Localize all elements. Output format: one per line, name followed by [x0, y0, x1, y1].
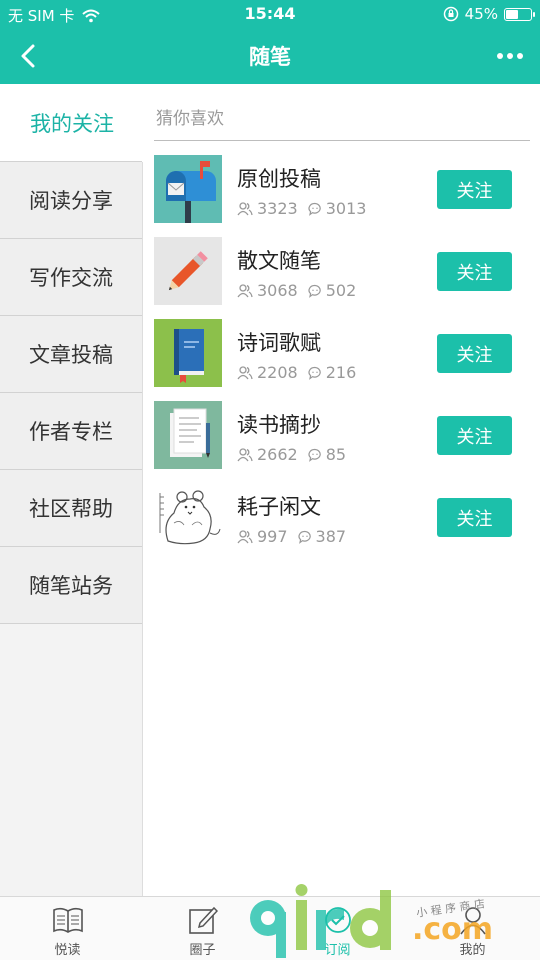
tab-label: 订阅	[324, 943, 351, 958]
book-icon	[154, 319, 222, 387]
post-count: 216	[325, 363, 357, 382]
tab-mine[interactable]: 我的	[405, 897, 540, 960]
circle-stats: 3068 502	[237, 281, 356, 300]
sidebar-item-author-column[interactable]: 作者专栏	[0, 392, 142, 470]
pencil-icon	[154, 237, 222, 305]
document-icon	[154, 401, 222, 469]
list-item[interactable]: 读书摘抄 2662 85 关注	[154, 401, 530, 483]
member-count: 3068	[257, 281, 298, 300]
circle-stats: 3323 3013	[237, 199, 366, 218]
members-icon	[237, 365, 253, 379]
members-icon	[237, 283, 253, 297]
search-input[interactable]	[154, 100, 530, 138]
post-count: 502	[325, 281, 357, 300]
members-icon	[237, 529, 253, 543]
open-book-icon	[52, 907, 83, 933]
mouse-sketch-icon	[154, 483, 222, 551]
list-item[interactable]: 耗子闲文 997 387 关注	[154, 483, 530, 565]
list-item[interactable]: 原创投稿 3323 3013 关注	[154, 155, 530, 237]
tab-circle[interactable]: 圈子	[135, 897, 270, 960]
tab-label: 我的	[459, 943, 486, 958]
battery-icon	[504, 7, 535, 21]
more-dot	[517, 53, 523, 59]
edit-square-icon	[188, 906, 218, 934]
follow-button[interactable]: 关注	[437, 334, 512, 373]
post-count: 387	[315, 527, 347, 546]
follow-button[interactable]: 关注	[437, 498, 512, 537]
tab-label: 圈子	[189, 943, 216, 958]
circle-stats: 2208 216	[237, 363, 356, 382]
tab-label: 悦读	[54, 943, 81, 958]
follow-button[interactable]: 关注	[437, 170, 512, 209]
sidebar-item-writing[interactable]: 写作交流	[0, 238, 142, 316]
tab-reading[interactable]: 悦读	[0, 897, 135, 960]
subscribe-icon	[324, 907, 351, 933]
post-count: 3013	[325, 199, 367, 218]
category-sidebar: 我的关注 阅读分享 写作交流 文章投稿 作者专栏 社区帮助 随笔站务	[0, 84, 144, 896]
circle-name: 读书摘抄	[237, 413, 321, 437]
circle-stats: 997 387	[237, 527, 346, 546]
sidebar-item-submission[interactable]: 文章投稿	[0, 315, 142, 393]
battery-percent: 45%	[464, 5, 498, 23]
comment-icon	[308, 284, 321, 298]
comment-icon	[308, 202, 321, 216]
members-icon	[237, 201, 253, 215]
tab-subscribe[interactable]: 订阅	[270, 897, 405, 960]
mailbox-icon	[154, 155, 222, 223]
search-bar	[154, 100, 530, 141]
sidebar-item-site-affairs[interactable]: 随笔站务	[0, 546, 142, 624]
member-count: 2662	[257, 445, 298, 464]
member-count: 997	[257, 527, 288, 546]
more-button[interactable]	[490, 40, 530, 72]
orientation-lock-icon	[443, 6, 458, 22]
page-title: 随笔	[249, 45, 291, 69]
members-icon	[237, 447, 253, 461]
circle-name: 散文随笔	[237, 249, 321, 273]
circle-name: 耗子闲文	[237, 495, 321, 519]
circle-name: 诗词歌赋	[237, 331, 321, 355]
bottom-tab-bar: 悦读 圈子 订阅 我的	[0, 896, 540, 960]
follow-button[interactable]: 关注	[437, 416, 512, 455]
circle-list: 原创投稿 3323 3013 关注 散文随笔 3068 502 关注 诗词歌赋 …	[154, 155, 530, 565]
list-item[interactable]: 散文随笔 3068 502 关注	[154, 237, 530, 319]
list-item[interactable]: 诗词歌赋 2208 216 关注	[154, 319, 530, 401]
more-dots-icon	[497, 53, 503, 59]
sidebar-item-community-help[interactable]: 社区帮助	[0, 469, 142, 547]
post-count: 85	[325, 445, 347, 464]
member-count: 2208	[257, 363, 298, 382]
circle-stats: 2662 85	[237, 445, 346, 464]
sidebar-item-my-follow[interactable]: 我的关注	[0, 84, 144, 162]
member-count: 3323	[257, 199, 298, 218]
user-icon	[459, 907, 486, 935]
follow-button[interactable]: 关注	[437, 252, 512, 291]
comment-icon	[298, 530, 311, 544]
more-dot	[507, 53, 513, 59]
sidebar-item-reading-share[interactable]: 阅读分享	[0, 161, 142, 239]
status-bar: 无 SIM 卡 15:44 45%	[0, 0, 540, 28]
comment-icon	[308, 366, 321, 380]
nav-bar: 随笔	[0, 28, 540, 84]
circle-name: 原创投稿	[237, 167, 321, 191]
comment-icon	[308, 448, 321, 462]
